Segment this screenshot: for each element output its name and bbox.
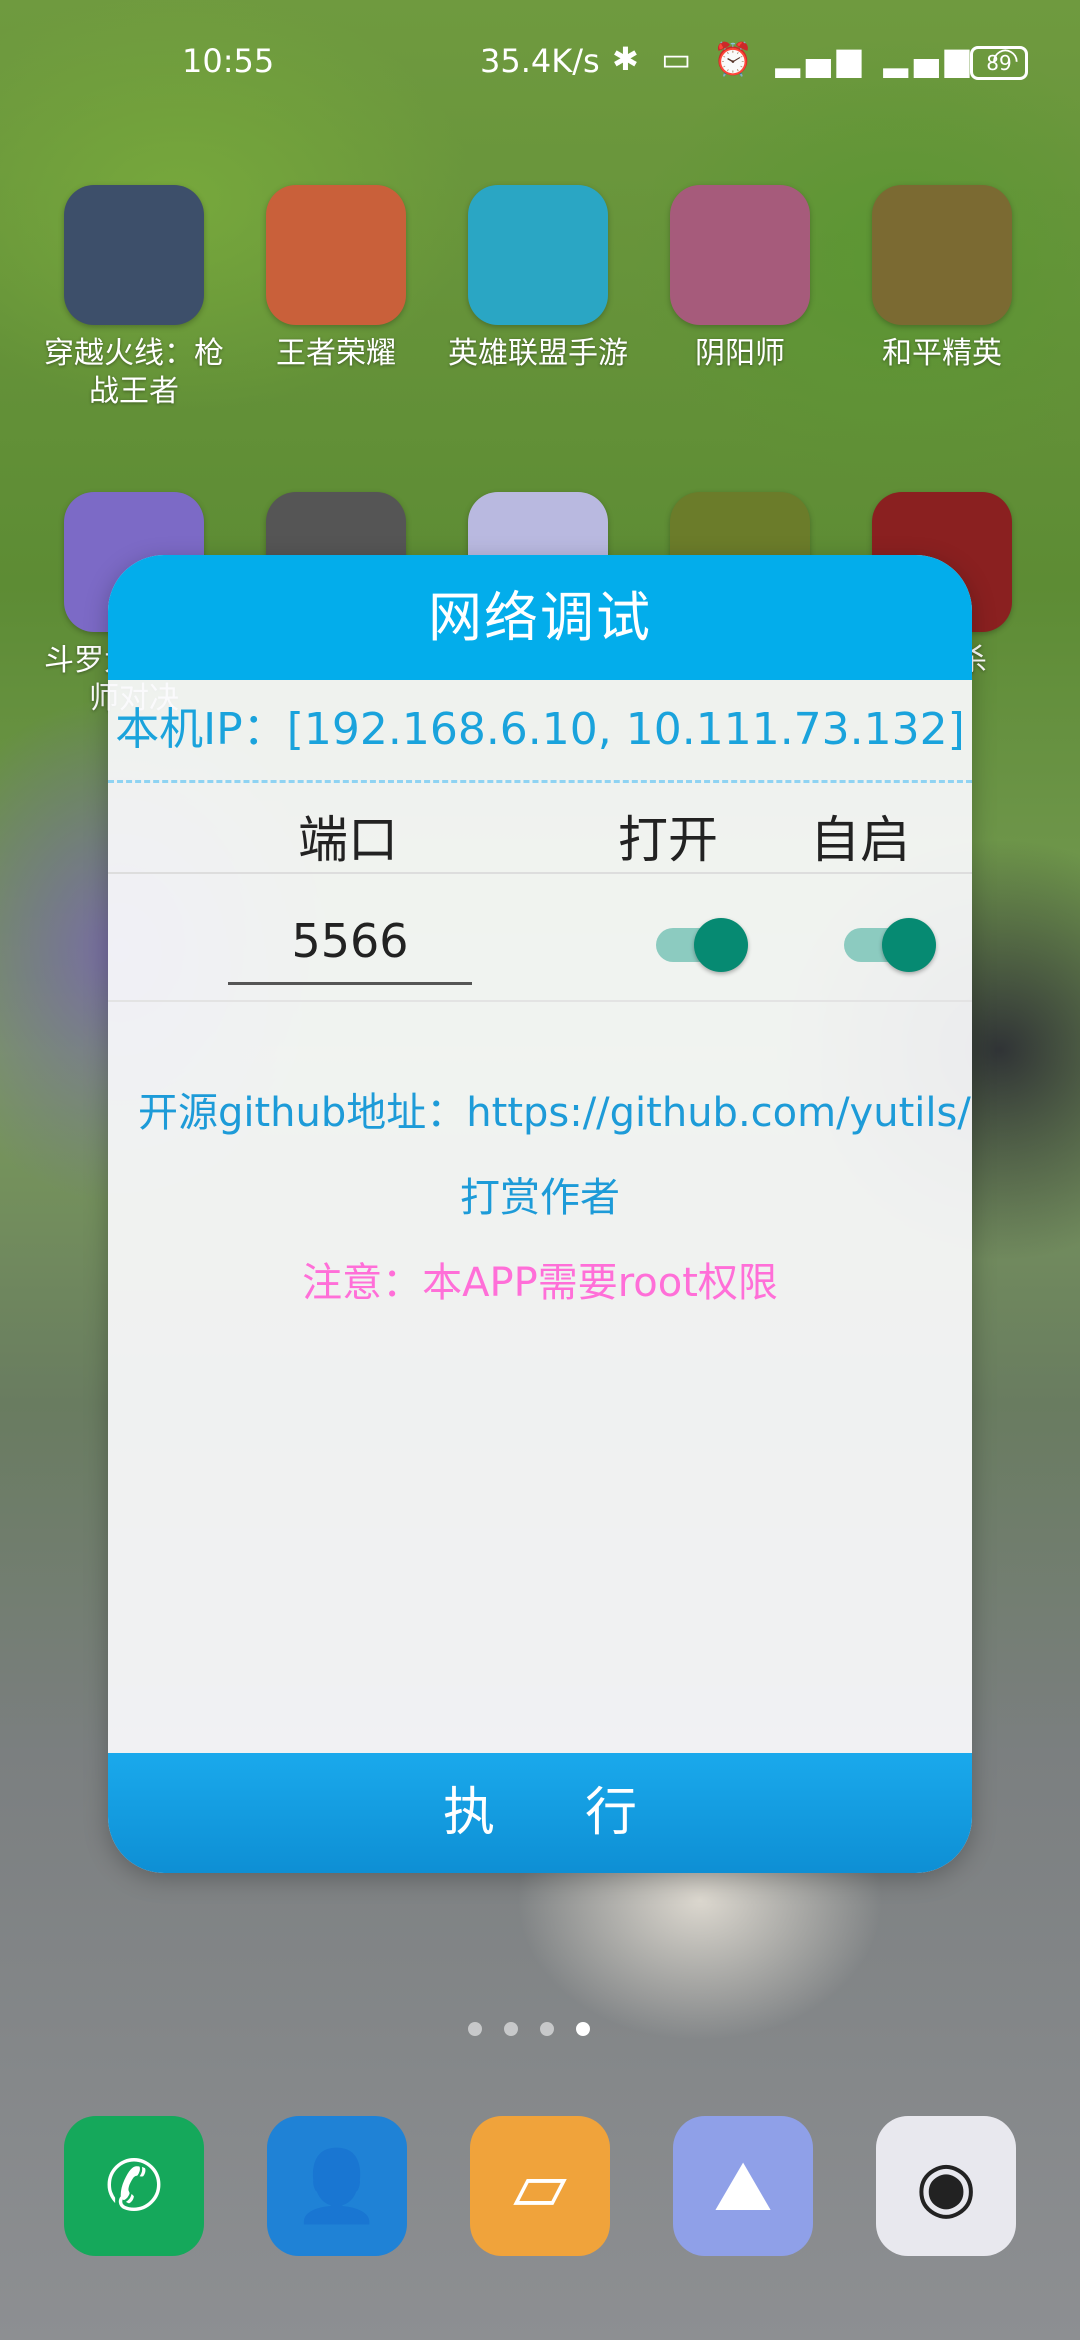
notes-icon[interactable]: ▱	[470, 2116, 610, 2256]
app-icon	[468, 185, 608, 325]
camera-icon[interactable]: ◉	[876, 2116, 1016, 2256]
contacts-icon[interactable]: 👤	[267, 2116, 407, 2256]
app-icon	[64, 185, 204, 325]
app-shortcut[interactable]: 和平精英	[842, 185, 1042, 373]
app-label: 阴阳师	[695, 336, 785, 371]
open-switch[interactable]	[656, 918, 748, 972]
settings-row	[108, 900, 972, 1002]
root-notice: 注意：本APP需要root权限	[302, 1260, 778, 1306]
switch-thumb	[882, 918, 936, 972]
github-link-text: 开源github地址：https://github.com/yutils/	[138, 1090, 971, 1136]
app-shortcut[interactable]: 阴阳师	[640, 185, 840, 373]
phone-icon[interactable]: ✆	[64, 2116, 204, 2256]
github-link[interactable]: 开源github地址：https://github.com/yutils/	[108, 1080, 972, 1140]
settings-header: 端口 打开 自启	[108, 792, 972, 874]
page-dot	[540, 2022, 554, 2036]
app-shortcut[interactable]: 穿越火线：枪战王者	[34, 185, 234, 411]
open-column-header: 打开	[618, 811, 718, 869]
app-label: 和平精英	[882, 336, 1002, 371]
port-input[interactable]	[228, 900, 472, 985]
app-icon	[670, 185, 810, 325]
app-label: 穿越火线：枪战王者	[44, 336, 224, 409]
page-indicator	[468, 2022, 608, 2042]
network-debug-dialog: 网络调试 本机IP：[192.168.6.10, 10.111.73.132] …	[108, 555, 972, 1873]
autostart-column-header: 自启	[810, 811, 910, 869]
page-dot	[468, 2022, 482, 2036]
page-dot-active	[576, 2022, 590, 2036]
page-dot	[504, 2022, 518, 2036]
switch-thumb	[694, 918, 748, 972]
local-ip-label: 本机IP：[192.168.6.10, 10.111.73.132]	[108, 680, 972, 783]
app-label: 王者荣耀	[276, 336, 396, 371]
gallery-icon[interactable]: ⛰	[673, 2116, 813, 2256]
app-label: 英雄联盟手游	[448, 336, 628, 371]
app-icon	[266, 185, 406, 325]
app-icon	[872, 185, 1012, 325]
dialog-title: 网络调试	[108, 555, 972, 680]
port-column-header: 端口	[298, 811, 398, 869]
reward-author-link[interactable]: 打赏作者	[108, 1165, 972, 1223]
execute-button[interactable]: 执行	[108, 1753, 972, 1873]
app-shortcut[interactable]: 英雄联盟手游	[438, 185, 638, 373]
app-shortcut[interactable]: 王者荣耀	[236, 185, 436, 373]
autostart-switch[interactable]	[844, 918, 936, 972]
